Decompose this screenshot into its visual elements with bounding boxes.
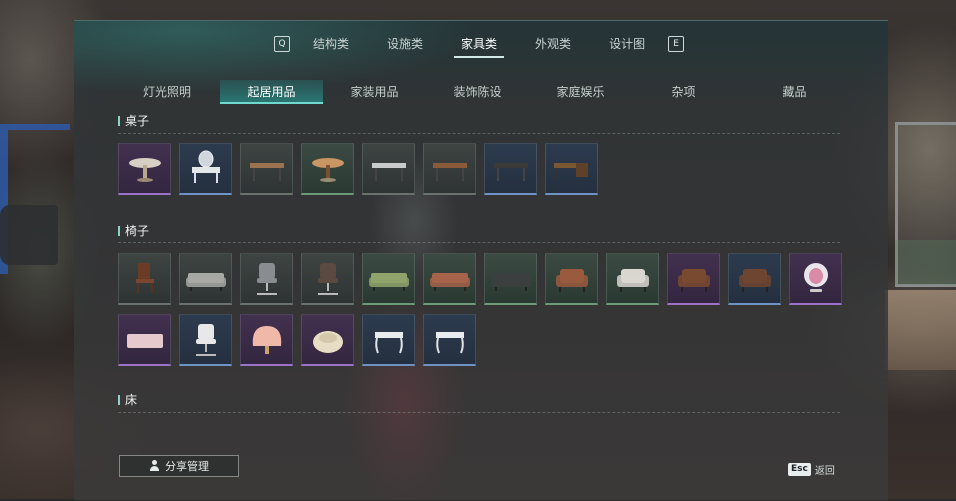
section-title: 桌子	[125, 114, 150, 128]
furniture-item[interactable]	[240, 253, 293, 305]
wooden-table-icon	[249, 162, 284, 181]
esc-key: Esc	[788, 463, 811, 476]
leather-armchair-icon	[738, 268, 771, 292]
next-category-key[interactable]: E	[668, 36, 685, 52]
subcategory-tab[interactable]: 杂项	[632, 80, 735, 104]
furniture-item[interactable]	[179, 143, 232, 195]
furniture-item[interactable]	[118, 253, 171, 305]
furniture-build-panel: Q 结构类 设施类 家具类 外观类 设计图 E 灯光照明 起居用品 家装用品 装饰陈设 家庭娱乐…	[74, 20, 888, 501]
round-wood-table-icon	[311, 157, 344, 182]
furniture-item[interactable]	[362, 314, 415, 366]
back-button[interactable]: Esc 返回	[788, 462, 835, 477]
subcategory-tab[interactable]: 装饰陈设	[426, 80, 529, 104]
section-header-beds: 床	[118, 392, 137, 408]
section-marker	[118, 116, 120, 126]
white-swivel-chair-icon	[195, 323, 216, 356]
chairs-item-grid	[118, 253, 842, 366]
furniture-item[interactable]	[301, 253, 354, 305]
furniture-item[interactable]	[484, 143, 537, 195]
furniture-item[interactable]	[728, 253, 781, 305]
subcategory-tab[interactable]: 藏品	[735, 80, 854, 104]
share-management-label: 分享管理	[165, 460, 209, 473]
furniture-item[interactable]	[545, 253, 598, 305]
chesterfield-armchair-icon	[677, 268, 710, 292]
subcategory-tab[interactable]: 起居用品	[220, 80, 323, 104]
user-share-icon	[149, 460, 161, 472]
white-ornate-table-icon	[374, 331, 403, 353]
furniture-item[interactable]	[301, 143, 354, 195]
floor-lamp-glow	[885, 290, 956, 370]
section-marker	[118, 226, 120, 236]
back-label: 返回	[814, 466, 835, 477]
furniture-item[interactable]	[545, 143, 598, 195]
subcategory-tab[interactable]: 家装用品	[323, 80, 426, 104]
section-divider	[118, 242, 840, 243]
egg-chair-icon	[803, 262, 828, 292]
section-title: 床	[125, 393, 138, 407]
furniture-item[interactable]	[240, 143, 293, 195]
grey-sofa-icon	[185, 272, 226, 291]
metal-table-icon	[371, 162, 406, 181]
furniture-item[interactable]	[423, 143, 476, 195]
category-tab[interactable]: 设计图	[590, 33, 664, 55]
furniture-item[interactable]	[789, 253, 842, 305]
furniture-item[interactable]	[667, 253, 720, 305]
long-dark-table-icon	[493, 162, 528, 181]
dark-sofa-icon	[490, 272, 531, 291]
share-management-button[interactable]: 分享管理	[119, 455, 239, 477]
furniture-item[interactable]	[240, 314, 293, 366]
office-chair-icon	[256, 262, 277, 295]
wooden-chair-icon	[135, 262, 154, 293]
subcategory-tab[interactable]: 家庭娱乐	[529, 80, 632, 104]
brown-armchair-icon	[555, 268, 588, 292]
furniture-item[interactable]	[301, 314, 354, 366]
vanity-table-icon	[191, 150, 220, 183]
furniture-item[interactable]	[423, 314, 476, 366]
furniture-item[interactable]	[423, 253, 476, 305]
furniture-item[interactable]	[179, 253, 232, 305]
section-header-chairs: 椅子	[118, 223, 149, 239]
section-divider	[118, 412, 840, 413]
side-table-icon	[432, 162, 467, 181]
furniture-item[interactable]	[484, 253, 537, 305]
subcategory-tab[interactable]: 灯光照明	[114, 80, 220, 104]
white-ornate-stool-icon	[435, 331, 464, 353]
cream-pouf-icon	[312, 330, 343, 353]
furniture-item[interactable]	[179, 314, 232, 366]
category-tab[interactable]: 结构类	[294, 33, 368, 55]
furniture-item[interactable]	[606, 253, 659, 305]
workshop-bench	[895, 240, 956, 285]
parked-car	[0, 205, 58, 265]
brown-sofa-icon	[429, 272, 470, 291]
furniture-item[interactable]	[118, 143, 171, 195]
furniture-item[interactable]	[362, 253, 415, 305]
pink-bench-icon	[126, 333, 163, 348]
shell-chair-icon	[252, 325, 281, 354]
white-armchair-icon	[616, 268, 649, 292]
category-tabs: 结构类 设施类 家具类 外观类 设计图	[294, 33, 664, 58]
subcategory-tab-bar: 灯光照明 起居用品 家装用品 装饰陈设 家庭娱乐 杂项 藏品	[114, 80, 854, 104]
corner-desk-icon	[553, 162, 588, 180]
category-tab[interactable]: 家具类	[442, 33, 516, 58]
section-divider	[118, 133, 840, 134]
tables-item-grid	[118, 143, 842, 195]
category-tab[interactable]: 外观类	[516, 33, 590, 55]
section-title: 椅子	[125, 224, 150, 238]
section-header-tables: 桌子	[118, 113, 149, 129]
furniture-item[interactable]	[362, 143, 415, 195]
prev-category-key[interactable]: Q	[274, 36, 290, 52]
furniture-item[interactable]	[118, 314, 171, 366]
green-sofa-icon	[368, 272, 409, 291]
category-tab-bar: Q 结构类 设施类 家具类 外观类 设计图 E	[274, 33, 685, 58]
round-table-icon	[128, 157, 161, 182]
leather-office-chair-icon	[317, 262, 338, 295]
category-tab[interactable]: 设施类	[368, 33, 442, 55]
section-marker	[118, 395, 120, 405]
